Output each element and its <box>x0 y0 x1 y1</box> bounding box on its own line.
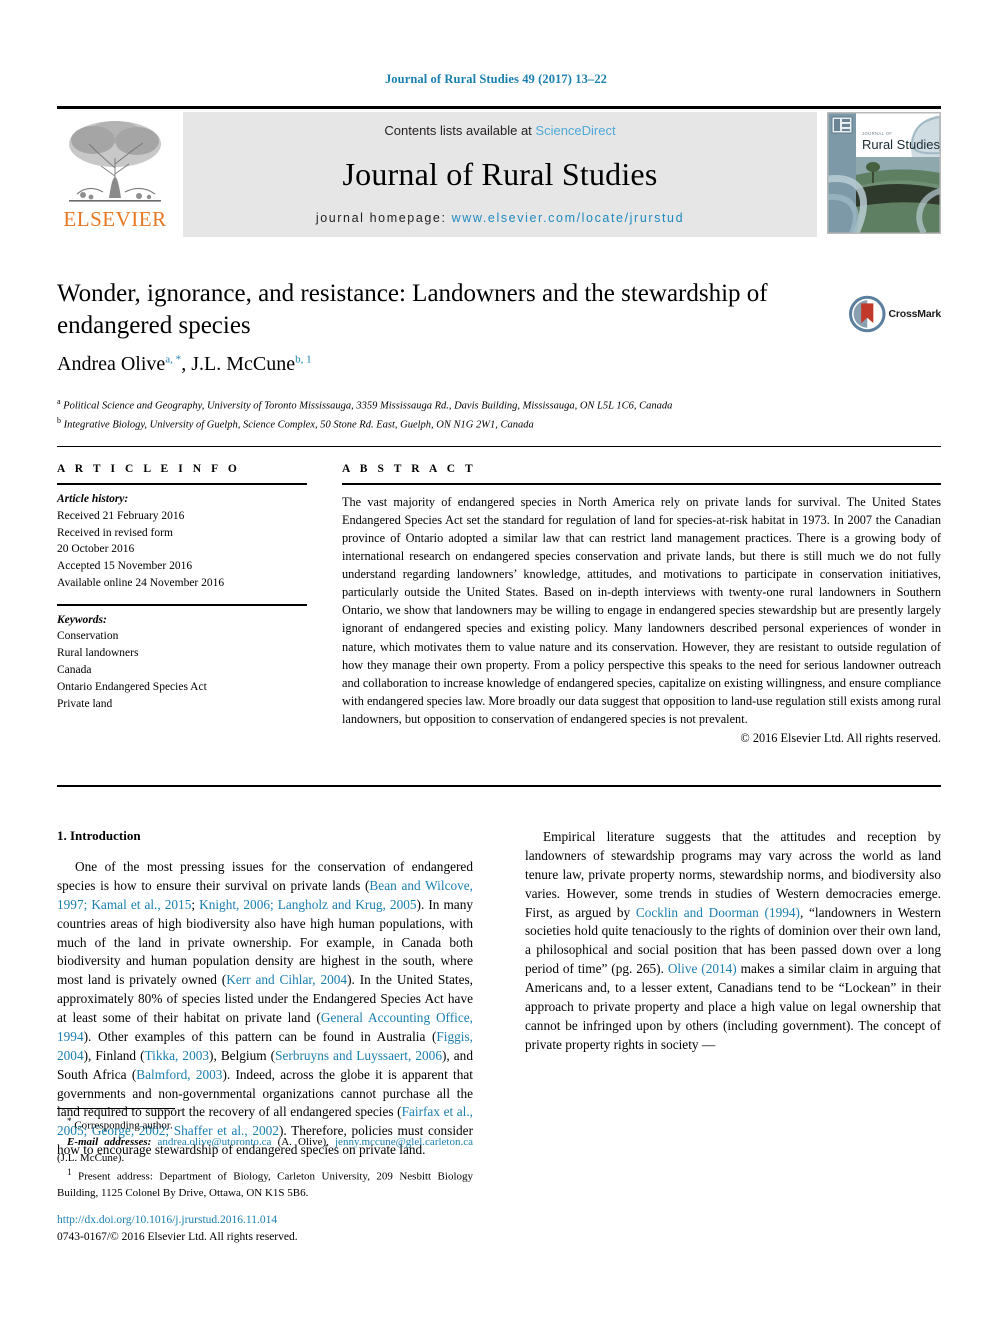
article-history-label: Article history: <box>57 493 129 505</box>
email-attr-2: (J.L. McCune). <box>57 1152 125 1165</box>
author-1-affiliation-marker[interactable]: a, * <box>165 353 181 365</box>
keywords-group: Keywords: Conservation Rural landowners … <box>57 612 307 713</box>
citation-link[interactable]: Knight, 2006; Langholz and Krug, 2005 <box>199 897 416 912</box>
article-title: Wonder, ignorance, and resistance: Lando… <box>57 280 768 339</box>
email-attr-1: (A. Olive), <box>271 1135 335 1148</box>
info-abstract-region: A R T I C L E I N F O Article history: R… <box>57 463 941 746</box>
article-info-rule <box>57 483 307 485</box>
abstract-column: A B S T R A C T The vast majority of end… <box>342 463 941 746</box>
email-label: E-mail addresses: <box>67 1135 152 1148</box>
masthead-center-panel: Contents lists available at ScienceDirec… <box>183 112 817 237</box>
crossmark-icon[interactable] <box>849 290 886 338</box>
footnote-present-address: 1 Present address: Department of Biology… <box>57 1166 473 1201</box>
svg-text:Rural Studies: Rural Studies <box>862 137 940 152</box>
column-gap <box>307 463 342 746</box>
doi-link[interactable]: http://dx.doi.org/10.1016/j.jrurstud.201… <box>57 1212 473 1229</box>
corresponding-text: Corresponding author. <box>74 1119 173 1132</box>
article-info-heading: A R T I C L E I N F O <box>57 463 241 475</box>
citation-link[interactable]: Serbruyns and Luyssaert, 2006 <box>275 1048 442 1063</box>
keywords-separator <box>57 603 307 606</box>
article-history-group: Article history: Received 21 February 20… <box>57 491 307 592</box>
journal-homepage-line: journal homepage: www.elsevier.com/locat… <box>316 211 684 225</box>
title-block: Wonder, ignorance, and resistance: Lando… <box>57 278 941 376</box>
affiliation-a: a Political Science and Geography, Unive… <box>57 396 941 415</box>
section-heading-introduction: 1. Introduction <box>57 828 141 843</box>
author-name-1: Andrea Olive <box>57 353 166 375</box>
elsevier-wordmark: ELSEVIER <box>63 207 167 231</box>
p1-seg-2: ; <box>191 896 200 912</box>
citation-link[interactable]: Balmford, 2003 <box>136 1067 222 1082</box>
history-line: 20 October 2016 <box>57 543 135 556</box>
p1-seg-7: ), Belgium ( <box>209 1047 276 1063</box>
footnote-corresponding-author: * Corresponding author. <box>57 1115 473 1134</box>
footnotes-block: * Corresponding author. E-mail addresses… <box>57 1108 473 1202</box>
corresponding-marker: * <box>67 1116 72 1126</box>
p1-seg-6: ), Finland ( <box>83 1047 145 1063</box>
history-line: Received 21 February 2016 <box>57 509 185 522</box>
affiliation-a-text: Political Science and Geography, Univers… <box>63 400 673 412</box>
svg-text:JOURNAL OF: JOURNAL OF <box>862 131 892 136</box>
paper-page: Journal of Rural Studies 49 (2017) 13–22 <box>0 0 992 1323</box>
author-2-affiliation-marker[interactable]: b, 1 <box>295 353 312 365</box>
elsevier-logo: ELSEVIER <box>57 112 173 237</box>
issn-copyright: 0743-0167/© 2016 Elsevier Ltd. All right… <box>57 1231 298 1244</box>
elsevier-tree-icon <box>63 116 167 208</box>
footnote-rule <box>57 1108 175 1109</box>
keyword-item: Rural landowners <box>57 647 139 660</box>
body-column-gutter <box>473 828 525 1160</box>
intro-paragraph-2: Empirical literature suggests that the a… <box>525 828 941 1055</box>
divider-above-body <box>57 785 941 787</box>
affiliation-a-marker: a <box>57 397 61 406</box>
journal-title: Journal of Rural Studies <box>342 156 658 192</box>
abstract-copyright: © 2016 Elsevier Ltd. All rights reserved… <box>740 730 941 745</box>
abstract-heading: A B S T R A C T <box>342 463 477 475</box>
doi-block: http://dx.doi.org/10.1016/j.jrurstud.201… <box>57 1212 473 1247</box>
journal-homepage-link[interactable]: www.elsevier.com/locate/jrurstud <box>452 211 685 225</box>
affiliations: a Political Science and Geography, Unive… <box>57 396 941 434</box>
homepage-prefix: journal homepage: <box>315 211 452 225</box>
present-address-marker: 1 <box>67 1167 72 1178</box>
history-line: Received in revised form <box>57 526 173 539</box>
keyword-item: Conservation <box>57 630 119 643</box>
citation-link[interactable]: Cocklin and Doorman (1994) <box>636 905 800 920</box>
journal-cover-thumbnail: JOURNAL OF Rural Studies <box>827 112 941 234</box>
crossmark-badge[interactable]: CrossMark <box>849 286 941 342</box>
citation-link[interactable]: Tikka, 2003 <box>145 1048 210 1063</box>
abstract-text: The vast majority of endangered species … <box>342 495 941 726</box>
keyword-item: Private land <box>57 697 113 710</box>
affiliation-b-marker: b <box>57 415 61 425</box>
history-line: Accepted 15 November 2016 <box>57 560 193 573</box>
contents-available-line: Contents lists available at ScienceDirec… <box>384 123 615 138</box>
crossmark-label: CrossMark <box>888 308 942 320</box>
footnote-emails: E-mail addresses: andrea.olive@utoronto.… <box>57 1134 473 1167</box>
sciencedirect-link[interactable]: ScienceDirect <box>535 123 615 138</box>
journal-cover-art: JOURNAL OF Rural Studies <box>828 113 940 233</box>
contents-prefix: Contents lists available at <box>384 123 536 138</box>
author-list: Andrea Olivea, *, J.L. McCuneb, 1 <box>57 353 312 375</box>
running-head: Journal of Rural Studies 49 (2017) 13–22 <box>384 72 608 86</box>
email-link-1[interactable]: andrea.olive@utoronto.ca <box>157 1136 271 1148</box>
keywords-label: Keywords: <box>57 613 107 626</box>
journal-masthead: ELSEVIER Contents lists available at Sci… <box>57 106 941 237</box>
present-address-text: Present address: Department of Biology, … <box>57 1171 473 1200</box>
citation-link[interactable]: Olive (2014) <box>668 961 737 976</box>
body-column-right: Empirical literature suggests that the a… <box>525 828 941 1160</box>
history-line: Available online 24 November 2016 <box>57 576 225 589</box>
email-link-2[interactable]: jenny.mccune@glel.carleton.ca <box>335 1136 473 1148</box>
keyword-item: Canada <box>57 664 92 677</box>
abstract-rule <box>342 483 941 485</box>
article-info-column: A R T I C L E I N F O Article history: R… <box>57 463 307 746</box>
divider-above-info <box>57 446 941 447</box>
keyword-item: Ontario Endangered Species Act <box>57 680 207 693</box>
citation-link[interactable]: Kerr and Cihlar, 2004 <box>226 972 347 987</box>
affiliation-b-text: Integrative Biology, University of Guelp… <box>63 419 534 431</box>
p1-seg-5: ). Other examples of this pattern can be… <box>83 1028 437 1044</box>
author-name-2: J.L. McCune <box>191 353 296 375</box>
affiliation-b: b Integrative Biology, University of Gue… <box>57 415 941 434</box>
